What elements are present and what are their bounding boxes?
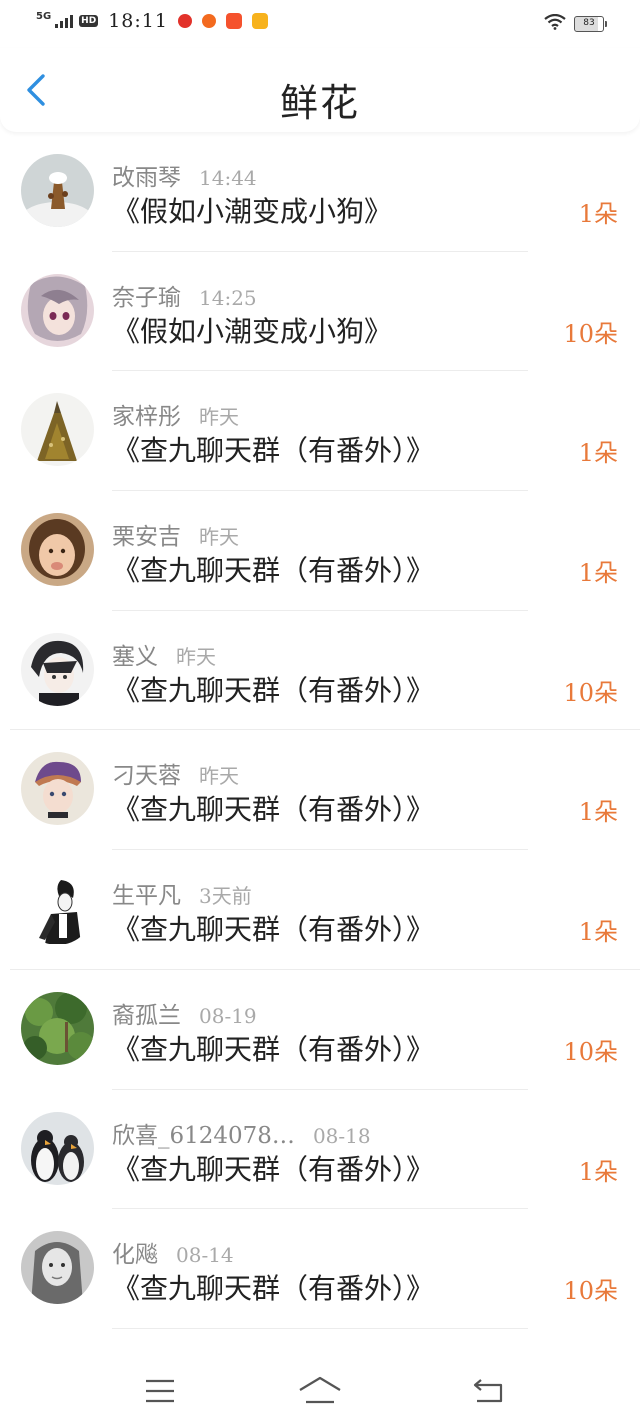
book-title[interactable]: 《查九聊天群（有番外）》 xyxy=(112,788,434,828)
book-title[interactable]: 《查九聊天群（有番外）》 xyxy=(112,429,434,469)
user-name: 栗安吉 昨天 xyxy=(112,524,239,551)
flower-list: 改雨琴 14:44 《假如小潮变成小狗》 1朵 奈子瑜 14:25 《假如小潮变成小… xyxy=(0,132,640,1329)
wifi-icon xyxy=(544,13,566,34)
avatar[interactable] xyxy=(21,1111,94,1185)
menu-button[interactable] xyxy=(138,1373,182,1409)
flower-count: 1朵 xyxy=(578,439,618,468)
signal-icon xyxy=(55,14,74,28)
page-title: 鲜花 xyxy=(279,81,360,125)
row-time: 08-14 xyxy=(176,1243,234,1268)
user-name: 刁天蓉 昨天 xyxy=(112,763,239,790)
row-time: 14:25 xyxy=(199,285,257,310)
avatar[interactable] xyxy=(21,752,94,826)
list-item[interactable]: 奈子瑜 14:25 《假如小潮变成小狗》 10朵 xyxy=(0,252,640,372)
header: 鲜花 xyxy=(0,48,640,132)
status-bar: 5G HD 18:11 83 xyxy=(0,0,640,48)
taobao-icon xyxy=(201,14,216,28)
user-name: 欣喜_6124078… 08-18 xyxy=(112,1122,371,1149)
list-item[interactable]: 刁天蓉 昨天 《查九聊天群（有番外）》 1朵 xyxy=(0,730,640,851)
book-title[interactable]: 《查九聊天群（有番外）》 xyxy=(112,669,434,709)
avatar[interactable] xyxy=(21,513,94,587)
row-time: 昨天 xyxy=(199,525,239,550)
list-item[interactable]: 家梓彤 昨天 《查九聊天群（有番外）》 1朵 xyxy=(0,371,640,492)
user-name: 塞义 昨天 xyxy=(112,643,216,670)
user-name: 家梓彤 昨天 xyxy=(112,404,239,431)
status-time: 18:11 xyxy=(108,10,168,32)
video-icon xyxy=(251,13,268,29)
avatar[interactable] xyxy=(21,1231,94,1305)
flower-count: 10朵 xyxy=(563,678,618,707)
flower-count: 1朵 xyxy=(578,559,618,588)
row-time: 3天前 xyxy=(199,884,252,909)
avatar[interactable] xyxy=(21,273,94,347)
flower-count: 1朵 xyxy=(578,1157,618,1186)
book-title[interactable]: 《假如小潮变成小狗》 xyxy=(112,190,392,230)
user-name: 生平凡 3天前 xyxy=(112,883,252,910)
user-name: 奈子瑜 14:25 xyxy=(112,284,257,311)
back-icon xyxy=(473,1379,503,1403)
book-title[interactable]: 《查九聊天群（有番外）》 xyxy=(112,908,434,948)
row-time: 昨天 xyxy=(199,764,239,789)
divider xyxy=(112,1327,528,1329)
list-item[interactable]: 裔孤兰 08-19 《查九聊天群（有番外）》 10朵 xyxy=(0,970,640,1090)
user-name: 化飚 08-14 xyxy=(112,1242,234,1269)
flower-count: 10朵 xyxy=(563,1277,618,1306)
list-item[interactable]: 化飚 08-14 《查九聊天群（有番外）》 10朵 xyxy=(0,1209,640,1329)
list-item[interactable]: 塞义 昨天 《查九聊天群（有番外）》 10朵 xyxy=(0,611,640,731)
user-name: 改雨琴 14:44 xyxy=(112,165,257,191)
book-title[interactable]: 《假如小潮变成小狗》 xyxy=(112,310,392,350)
status-left: 5G HD 18:11 xyxy=(36,10,268,32)
book-title[interactable]: 《查九聊天群（有番外）》 xyxy=(112,549,434,589)
user-name: 裔孤兰 08-19 xyxy=(112,1002,257,1029)
flower-count: 1朵 xyxy=(578,200,618,228)
row-time: 08-19 xyxy=(199,1003,257,1028)
list-item[interactable]: 栗安吉 昨天 《查九聊天群（有番外）》 1朵 xyxy=(0,491,640,611)
home-icon xyxy=(299,1376,341,1404)
book-title[interactable]: 《查九聊天群（有番外）》 xyxy=(112,1267,434,1307)
menu-icon xyxy=(146,1379,174,1403)
row-time: 08-18 xyxy=(312,1123,371,1148)
list-item[interactable]: 改雨琴 14:44 《假如小潮变成小狗》 1朵 xyxy=(0,132,640,252)
flower-count: 1朵 xyxy=(578,798,618,827)
row-time: 14:44 xyxy=(199,166,257,190)
avatar[interactable] xyxy=(21,632,94,706)
avatar[interactable] xyxy=(21,154,94,227)
back-nav-button[interactable] xyxy=(466,1373,510,1409)
status-right: 83 xyxy=(544,13,607,34)
hd-badge: HD xyxy=(79,15,99,27)
battery-icon: 83 xyxy=(574,16,607,32)
avatar[interactable] xyxy=(21,991,94,1065)
store-icon xyxy=(225,13,242,29)
avatar[interactable] xyxy=(21,872,94,946)
network-label: 5G xyxy=(36,10,52,22)
list-item[interactable]: 欣喜_6124078… 08-18 《查九聊天群（有番外）》 1朵 xyxy=(0,1090,640,1210)
home-button[interactable] xyxy=(298,1373,342,1409)
row-time: 昨天 xyxy=(199,405,239,430)
book-title[interactable]: 《查九聊天群（有番外）》 xyxy=(112,1028,434,1068)
book-title[interactable]: 《查九聊天群（有番外）》 xyxy=(112,1148,434,1188)
row-time: 昨天 xyxy=(176,644,216,669)
flower-count: 10朵 xyxy=(563,319,618,348)
avatar[interactable] xyxy=(21,393,94,467)
weibo-icon xyxy=(177,14,192,28)
flower-count: 1朵 xyxy=(578,918,618,947)
flower-count: 10朵 xyxy=(563,1037,618,1066)
nav-bar xyxy=(0,1355,640,1427)
list-item[interactable]: 生平凡 3天前 《查九聊天群（有番外）》 1朵 xyxy=(0,850,640,970)
